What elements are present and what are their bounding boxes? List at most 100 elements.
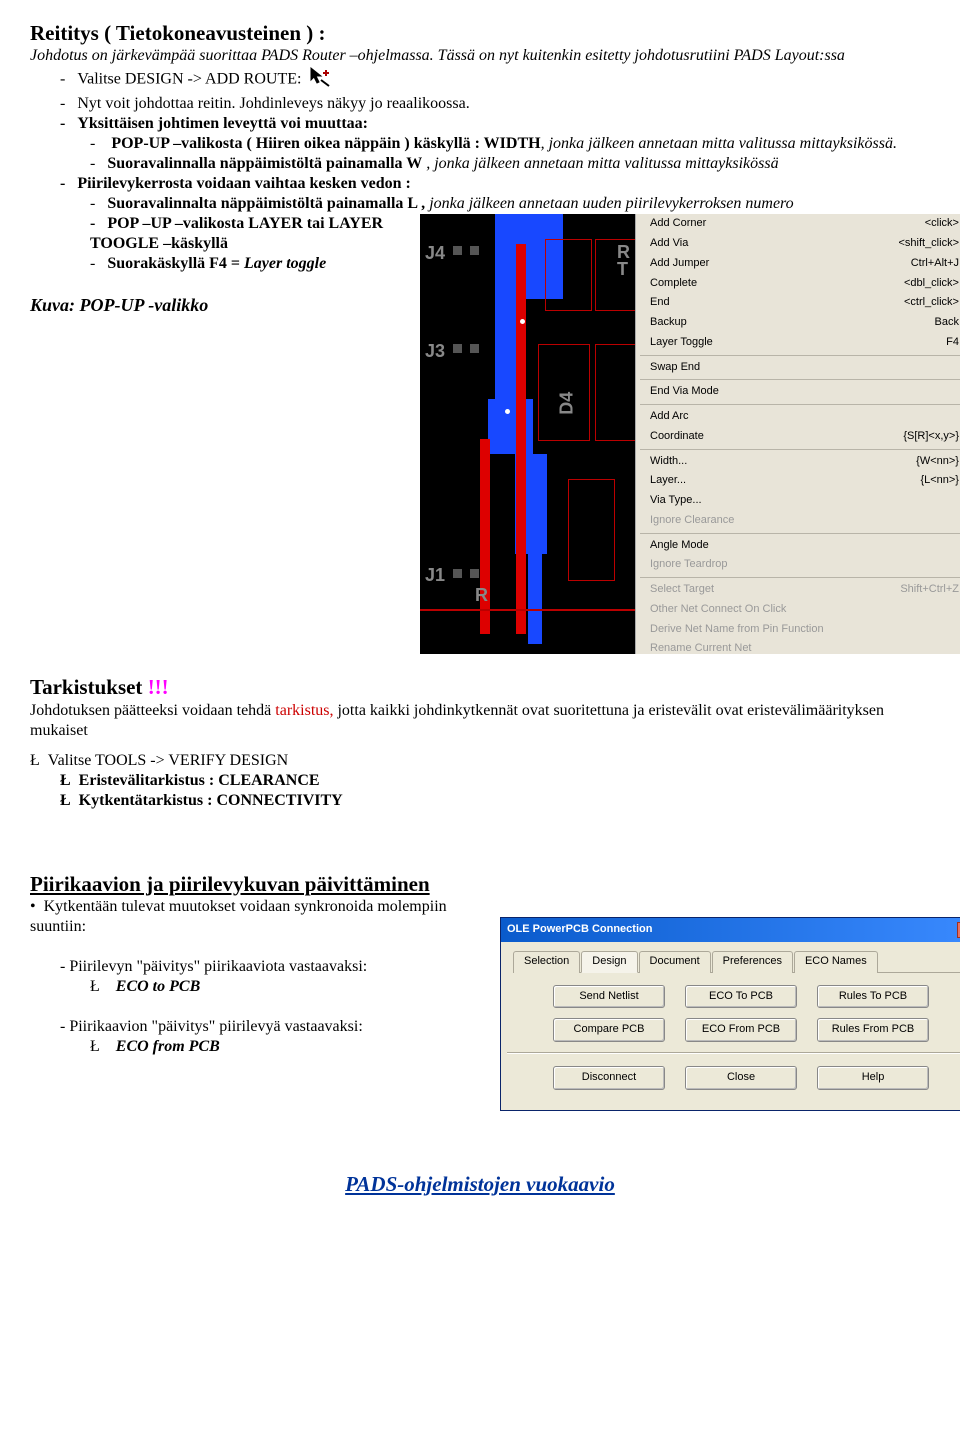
menu-separator <box>640 449 960 450</box>
paiv-bullet: • Kytkentään tulevat muutokset voidaan s… <box>30 897 470 937</box>
bullet-4a: - Suoravalinnalta näppäimistöltä painama… <box>90 194 930 214</box>
menu-item-shortcut: <click> <box>925 217 959 231</box>
menu-item-label: End <box>650 296 670 310</box>
pin-pad <box>470 344 479 353</box>
bullet-3: - Yksittäisen johtimen leveyttä voi muut… <box>60 114 930 134</box>
menu-item-label: Via Type... <box>650 494 702 508</box>
menu-separator <box>640 577 960 578</box>
menu-item-shortcut: F4 <box>946 336 959 350</box>
ole-button[interactable]: ECO From PCB <box>685 1018 797 1042</box>
trace-blue <box>528 554 542 644</box>
paiv-line-b: - Piirikaavion "päivitys" piirilevyä vas… <box>60 1017 470 1037</box>
bullet-1-text: Valitse DESIGN -> ADD ROUTE: <box>77 71 301 88</box>
silkscreen-label-j1: J1 <box>425 564 445 587</box>
page-title: Reititys ( Tietokoneavusteinen ) : <box>30 20 930 46</box>
menu-item-label: Complete <box>650 277 697 291</box>
menu-item[interactable]: Angle Mode <box>636 536 960 556</box>
menu-item[interactable]: Width...{W<nn>} <box>636 452 960 472</box>
menu-item-label: End Via Mode <box>650 385 719 399</box>
image-caption: Kuva: POP-UP -valikko <box>30 294 410 317</box>
component-outline <box>568 479 615 581</box>
menu-item: Ignore Clearance <box>636 511 960 531</box>
menu-item[interactable]: Add Arc <box>636 407 960 427</box>
board-edge <box>420 609 635 611</box>
paiv-line-a: - Piirilevyn "päivitys" piirikaaviota va… <box>60 957 470 977</box>
menu-item-shortcut: {S[R]<x,y>} <box>903 430 959 444</box>
menu-item[interactable]: Via Type... <box>636 491 960 511</box>
silkscreen-label-rt: RT <box>617 244 630 278</box>
bullet-4c: - Suorakäskyllä F4 = Layer toggle <box>90 254 410 274</box>
ole-button[interactable]: Help <box>817 1066 929 1090</box>
paiv-sub-b: Ł ECO from PCB <box>90 1037 470 1057</box>
bullet-4c-italic: Layer toggle <box>244 255 326 272</box>
paiv-sub-a: Ł ECO to PCB <box>90 977 470 997</box>
pcb-canvas: J4 J3 J1 D4 R RT <box>420 214 635 654</box>
ole-button[interactable]: Send Netlist <box>553 985 665 1009</box>
menu-item[interactable]: End Via Mode <box>636 382 960 402</box>
cursor-plus-icon <box>309 66 331 94</box>
bullet-3b: - Suoravalinnalla näppäimistöltä painama… <box>90 154 930 174</box>
menu-item-label: Swap End <box>650 361 700 375</box>
ole-button[interactable]: Rules From PCB <box>817 1018 929 1042</box>
ole-dialog: OLE PowerPCB Connection ✕ SelectionDesig… <box>500 917 960 1111</box>
ole-tab[interactable]: Document <box>639 951 711 973</box>
pin-pad <box>453 344 462 353</box>
menu-item[interactable]: Coordinate{S[R]<x,y>} <box>636 427 960 447</box>
menu-item-label: Backup <box>650 316 687 330</box>
menu-item: Derive Net Name from Pin Function <box>636 620 960 640</box>
ole-tab-strip: SelectionDesignDocumentPreferencesECO Na… <box>513 950 960 973</box>
menu-item-shortcut: {L<nn>} <box>920 474 959 488</box>
menu-item-shortcut: <ctrl_click> <box>904 296 959 310</box>
footer: PADS-ohjelmistojen vuokaavio <box>30 1171 930 1197</box>
ole-button[interactable]: Rules To PCB <box>817 985 929 1009</box>
menu-item[interactable]: Layer ToggleF4 <box>636 333 960 353</box>
ole-tab[interactable]: Preferences <box>712 951 793 973</box>
ole-button-row-2: Compare PCB ECO From PCB Rules From PCB <box>513 1018 960 1042</box>
menu-item[interactable]: Add Corner<click> <box>636 214 960 234</box>
ole-button[interactable]: ECO To PCB <box>685 985 797 1009</box>
ole-button[interactable]: Close <box>685 1066 797 1090</box>
menu-item[interactable]: Swap End <box>636 358 960 378</box>
menu-item[interactable]: Layer... {L<nn>} <box>636 471 960 491</box>
menu-item[interactable]: End <ctrl_click> <box>636 293 960 313</box>
bullet-4-text: Piirilevykerrosta voidaan vaihtaa kesken… <box>77 175 411 192</box>
menu-item-label: Derive Net Name from Pin Function <box>650 623 824 637</box>
bullet-4c-bold: Suorakäskyllä F4 = <box>107 255 244 272</box>
menu-item[interactable]: Add Via<shift_click> <box>636 234 960 254</box>
bullet-3b-italic: , jonka jälkeen annetaan mitta valitussa… <box>426 155 778 172</box>
ole-title-bar: OLE PowerPCB Connection ✕ <box>501 918 960 942</box>
menu-item: Other Net Connect On Click <box>636 600 960 620</box>
menu-item-shortcut: <shift_click> <box>898 237 959 251</box>
menu-item-label: Angle Mode <box>650 539 709 553</box>
bullet-4: - Piirilevykerrosta voidaan vaihtaa kesk… <box>60 174 930 194</box>
ole-button[interactable]: Compare PCB <box>553 1018 665 1042</box>
ole-tab[interactable]: Selection <box>513 951 580 973</box>
pin-pad <box>453 246 462 255</box>
footer-link[interactable]: PADS-ohjelmistojen vuokaavio <box>345 1172 615 1196</box>
trace-blue <box>488 399 533 454</box>
ole-tab[interactable]: ECO Names <box>794 951 878 973</box>
ole-separator <box>507 1052 960 1054</box>
pin-pad <box>470 569 479 578</box>
tarkistukset-excl: !!! <box>148 675 169 699</box>
menu-item-shortcut: {W<nn>} <box>916 455 959 469</box>
context-menu[interactable]: Add Corner<click>Add Via<shift_click>Add… <box>635 214 960 654</box>
pin-pad <box>470 246 479 255</box>
paivittaminen-heading: Piirikaavion ja piirilevykuvan päivittäm… <box>30 871 930 897</box>
component-outline <box>545 239 592 311</box>
menu-item-label: Layer... <box>650 474 686 488</box>
tk-bullet-3-text: Kytkentätarkistus : CONNECTIVITY <box>79 792 343 809</box>
menu-item-shortcut: Back <box>935 316 959 330</box>
bullet-1: - Valitse DESIGN -> ADD ROUTE: <box>60 66 930 94</box>
bullet-3a-italic: , jonka jälkeen annetaan mitta valitussa… <box>541 135 897 152</box>
component-outline <box>595 344 637 441</box>
paiv-sub-b-text: ECO from PCB <box>116 1038 220 1055</box>
menu-item-shortcut: Ctrl+Alt+J <box>911 257 959 271</box>
silkscreen-label-d4: D4 <box>555 392 578 415</box>
ole-tab[interactable]: Design <box>581 951 637 973</box>
bullet-3b-bold: Suoravalinnalla näppäimistöltä painamall… <box>107 155 422 172</box>
menu-item[interactable]: Backup Back <box>636 313 960 333</box>
menu-item[interactable]: Add JumperCtrl+Alt+J <box>636 254 960 274</box>
menu-item[interactable]: Complete<dbl_click> <box>636 274 960 294</box>
ole-button[interactable]: Disconnect <box>553 1066 665 1090</box>
